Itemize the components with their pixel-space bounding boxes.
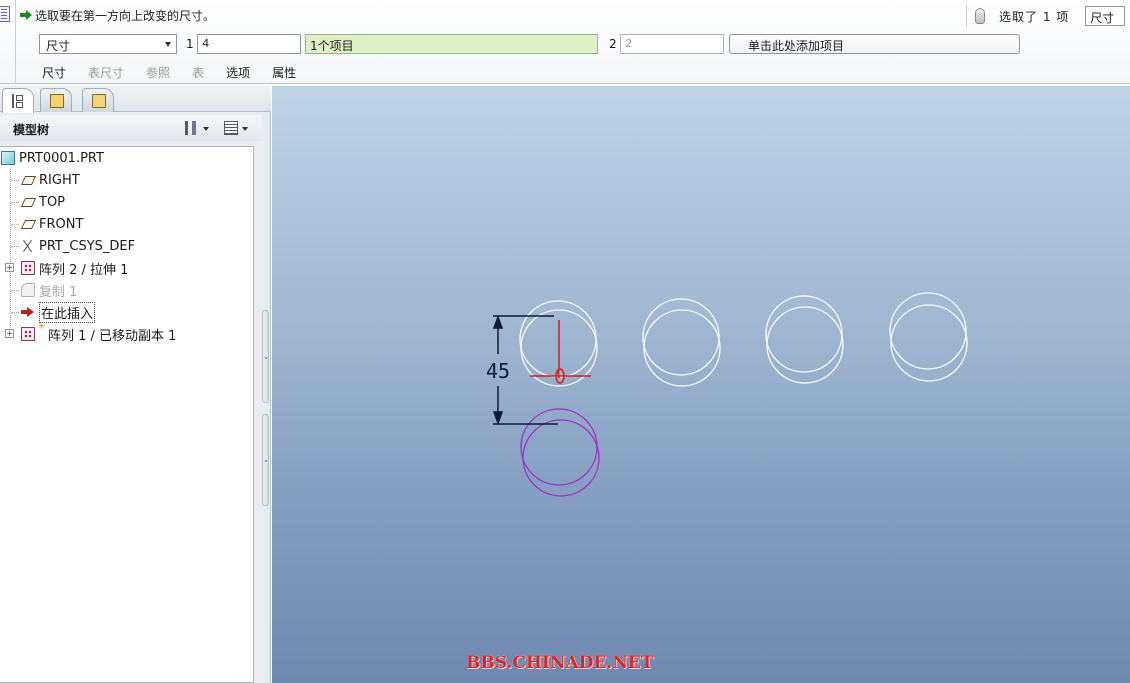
tree-item-right[interactable]: RIGHT (21, 170, 80, 190)
tree-item-csys[interactable]: PRT_CSYS_DEF (21, 236, 135, 256)
highlighted-member[interactable] (520, 408, 600, 497)
datum-plane-icon (21, 173, 35, 187)
tab-layers[interactable] (40, 88, 72, 112)
tree-item-front[interactable]: FRONT (21, 214, 83, 234)
pattern-icon (21, 261, 35, 275)
expand-icon[interactable]: + (5, 263, 14, 272)
arrowhead (492, 314, 504, 329)
panel-sash-bottom[interactable] (262, 414, 269, 506)
arrowhead (492, 411, 504, 426)
tree-guide-line (11, 312, 19, 313)
tree-guide-line (11, 290, 19, 291)
model-tree: PRT0001.PRT RIGHT TOP FRONT PRT_CSYS_DEF… (0, 146, 254, 683)
prompt-text: 选取要在第一方向上改变的尺寸。 (35, 8, 216, 23)
navigator-tabs (0, 85, 271, 113)
model-geometry[interactable]: 45 (272, 86, 1130, 683)
tree-guide-line (10, 169, 11, 334)
selection-divider (966, 5, 967, 27)
tree-item-label: PRT0001.PRT (19, 150, 104, 166)
part-icon (1, 151, 15, 165)
selection-status: 选取了 1 项 (999, 9, 1070, 24)
tree-item-insert-here[interactable]: 在此插入 (21, 301, 96, 323)
list-icon (224, 121, 238, 135)
tree-display-button[interactable] (222, 120, 250, 138)
csys-marker[interactable] (530, 320, 591, 384)
tab-table-dimensions: 表尺寸 (88, 66, 125, 80)
model-tree-header: 模型树 (0, 115, 262, 141)
modified-star-icon: ✳ (38, 322, 46, 332)
direction2-count-input[interactable]: 2 (620, 34, 724, 54)
dashboard-feature-icon (0, 6, 10, 22)
datum-plane-icon (21, 195, 35, 209)
tree-item-label: 复制 1 (39, 284, 78, 300)
tools-icon (185, 121, 199, 135)
pattern-member-2[interactable] (642, 298, 721, 387)
tab-model-tree[interactable] (2, 88, 34, 113)
chevron-down-icon (203, 127, 209, 131)
pattern-icon (21, 327, 35, 341)
direction1-collector[interactable]: 1个项目 (305, 34, 598, 54)
tab-references: 参照 (146, 66, 171, 80)
tree-item-label: 阵列 2 / 拉伸 1 (39, 262, 129, 278)
pattern-type-value: 尺寸 (46, 39, 71, 53)
tree-item-label: TOP (39, 194, 66, 210)
copy-icon (21, 283, 35, 297)
tab-tables: 表 (192, 66, 205, 80)
tree-guide-line (11, 202, 19, 203)
datum-plane-icon (21, 217, 35, 231)
layers-icon (50, 94, 64, 108)
panel-sash-top[interactable] (262, 310, 269, 403)
pattern-dashboard: 选取要在第一方向上改变的尺寸。 选取了 1 项 尺寸 尺寸 1 4 1个项目 2… (0, 0, 1130, 84)
tree-guide-line (11, 224, 19, 225)
direction2-label: 2 (609, 37, 617, 51)
tree-item-top[interactable]: TOP (21, 192, 65, 212)
dashboard-tabs: 尺寸 表尺寸 参照 表 选项 属性 (42, 64, 318, 81)
direction1-label: 1 (186, 37, 194, 51)
model-tree-title: 模型树 (13, 123, 50, 137)
csys-icon (21, 239, 35, 253)
tree-item-copy[interactable]: 复制 1 (21, 280, 77, 300)
tree-settings-button[interactable] (183, 120, 211, 138)
edge-circle[interactable] (519, 300, 597, 378)
dimension-value[interactable]: 45 (486, 359, 510, 383)
navigator-panel: 模型树 PRT0001.PRT RIGHT TOP FRONT PRT_CSYS… (0, 85, 271, 683)
tree-item-label: RIGHT (39, 172, 80, 188)
pattern-member-4[interactable] (889, 292, 968, 382)
tab-properties[interactable]: 属性 (272, 64, 296, 81)
message-prompt: 选取要在第一方向上改变的尺寸。 (20, 7, 215, 23)
pattern-member-3[interactable] (765, 295, 844, 384)
tree-item-label: FRONT (39, 216, 84, 232)
tab-options[interactable]: 选项 (226, 64, 250, 81)
tree-guide-line (11, 246, 19, 247)
direction1-count-input[interactable]: 4 (197, 34, 301, 54)
pattern-members (519, 292, 968, 387)
prompt-arrow-icon (20, 9, 32, 21)
direction2-collector[interactable]: 单击此处添加项目 (729, 34, 1020, 54)
tree-item-pattern-2[interactable]: 阵列 2 / 拉伸 1 (21, 258, 128, 278)
chevron-down-icon (242, 127, 248, 131)
watermark: BBS.CHINADE.NET (466, 653, 654, 673)
lightbulb-icon[interactable] (975, 8, 985, 24)
tree-item-label: PRT_CSYS_DEF (39, 238, 136, 254)
graphics-window[interactable]: 45 BBS.CHINADE.NET (272, 86, 1130, 683)
selection-area: 选取了 1 项 尺寸 (966, 4, 1126, 28)
tree-item-label: 在此插入 (39, 301, 96, 323)
tree-item-part[interactable]: PRT0001.PRT (1, 148, 104, 168)
expand-icon[interactable]: + (5, 329, 14, 338)
favorites-folder-icon (92, 94, 106, 108)
tree-item-label: 阵列 1 / 已移动副本 1 (48, 328, 177, 344)
chevron-down-icon (165, 42, 171, 47)
insert-arrow-icon (21, 305, 35, 319)
tab-dimensions[interactable]: 尺寸 (42, 64, 66, 81)
tree-item-pattern-1[interactable]: ✳ 阵列 1 / 已移动副本 1 (21, 322, 177, 344)
model-tree-icon (12, 94, 26, 108)
dashboard-separator (15, 0, 16, 84)
selection-filter[interactable]: 尺寸 (1085, 6, 1126, 26)
tree-guide-line (11, 180, 19, 181)
pattern-type-select[interactable]: 尺寸 (39, 34, 177, 54)
tab-favorites[interactable] (82, 88, 114, 112)
